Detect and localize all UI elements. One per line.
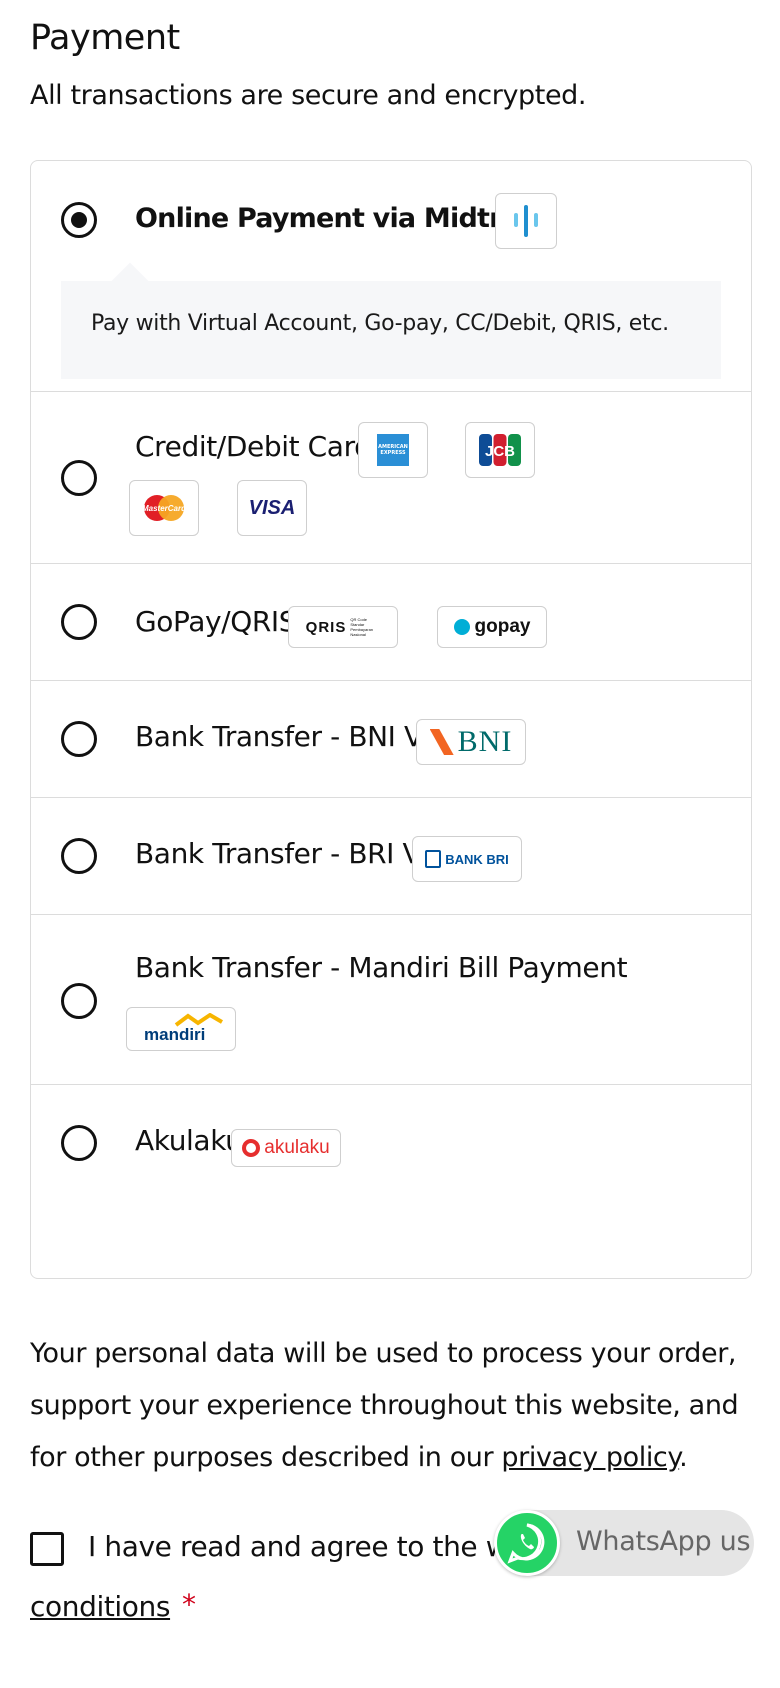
- visa-logo: VISA: [237, 480, 307, 536]
- bni-logo: BNI: [416, 719, 526, 765]
- method-description: Pay with Virtual Account, Go-pay, CC/Deb…: [91, 311, 669, 336]
- payment-method-bni[interactable]: Bank Transfer - BNI VA BNI: [31, 680, 751, 797]
- bri-logo: BANK BRI: [412, 836, 522, 882]
- qris-icon: QRIS: [305, 618, 347, 636]
- bri-wordmark: BANK BRI: [445, 851, 509, 867]
- whatsapp-icon: [494, 1510, 560, 1576]
- method-label: Bank Transfer - Mandiri Bill Payment: [135, 951, 628, 984]
- visa-icon: VISA: [248, 496, 296, 519]
- bni-icon: [429, 729, 454, 755]
- whatsapp-button[interactable]: WhatsApp us: [494, 1510, 754, 1576]
- payment-method-card[interactable]: Credit/Debit Card AMERICAN EXPRESS JCB M…: [31, 391, 751, 563]
- midtrans-icon: [514, 205, 538, 237]
- method-label: Bank Transfer - BNI VA: [135, 720, 440, 753]
- svg-text:JCB: JCB: [485, 443, 515, 460]
- qris-subtext: QR Code Standar Pembayaran Nasional: [350, 617, 374, 637]
- required-mark: *: [182, 1588, 196, 1621]
- gopay-icon: [453, 619, 470, 635]
- jcb-logo: JCB: [465, 422, 535, 478]
- page-subtitle: All transactions are secure and encrypte…: [30, 80, 587, 111]
- page-title: Payment: [30, 18, 180, 58]
- mastercard-icon: MasterCard: [142, 495, 187, 521]
- radio-mandiri[interactable]: [61, 983, 97, 1019]
- radio-gopay-qris[interactable]: [61, 604, 97, 640]
- bri-icon: [425, 850, 442, 868]
- mandiri-icon: mandiri: [136, 1013, 226, 1045]
- payment-method-midtrans[interactable]: Online Payment via Midtrans Pay with Vir…: [31, 161, 751, 391]
- akulaku-wordmark: akulaku: [264, 1137, 330, 1158]
- midtrans-logo: [495, 193, 557, 249]
- svg-text:MasterCard: MasterCard: [142, 504, 187, 513]
- radio-midtrans[interactable]: [61, 202, 97, 238]
- amex-icon: AMERICAN EXPRESS: [377, 434, 409, 466]
- privacy-notice: Your personal data will be used to proce…: [30, 1328, 750, 1484]
- terms-checkbox[interactable]: [30, 1532, 64, 1566]
- whatsapp-label: WhatsApp us: [576, 1526, 751, 1557]
- method-description-box: Pay with Virtual Account, Go-pay, CC/Deb…: [61, 281, 721, 379]
- method-label: Bank Transfer - BRI VA: [135, 837, 439, 870]
- method-label: Akulaku: [135, 1124, 243, 1157]
- payment-method-akulaku[interactable]: Akulaku akulaku: [31, 1084, 751, 1201]
- privacy-notice-end: .: [679, 1442, 688, 1473]
- amex-logo: AMERICAN EXPRESS: [358, 422, 428, 478]
- bni-wordmark: BNI: [457, 725, 513, 758]
- method-label: GoPay/QRIS: [135, 605, 297, 638]
- radio-bri[interactable]: [61, 838, 97, 874]
- radio-akulaku[interactable]: [61, 1125, 97, 1161]
- akulaku-logo: akulaku: [231, 1129, 341, 1167]
- method-label: Online Payment via Midtrans: [135, 203, 554, 234]
- terms-link[interactable]: conditions: [30, 1590, 170, 1623]
- gopay-logo: gopay: [437, 606, 547, 648]
- method-label: Credit/Debit Card: [135, 430, 372, 463]
- radio-card[interactable]: [61, 460, 97, 496]
- payment-method-mandiri[interactable]: Bank Transfer - Mandiri Bill Payment man…: [31, 914, 751, 1084]
- mastercard-logo: MasterCard: [129, 480, 199, 536]
- akulaku-icon: [242, 1139, 261, 1157]
- payment-methods-list: Online Payment via Midtrans Pay with Vir…: [30, 160, 752, 1279]
- jcb-icon: JCB: [479, 434, 521, 466]
- radio-bni[interactable]: [61, 721, 97, 757]
- payment-method-gopay-qris[interactable]: GoPay/QRIS QRIS QR Code Standar Pembayar…: [31, 563, 751, 680]
- payment-method-bri[interactable]: Bank Transfer - BRI VA BANK BRI: [31, 797, 751, 914]
- terms-label: I have read and agree to the we: [88, 1530, 526, 1563]
- privacy-policy-link[interactable]: privacy policy: [501, 1442, 679, 1473]
- mandiri-logo: mandiri: [126, 1007, 236, 1051]
- qris-logo: QRIS QR Code Standar Pembayaran Nasional: [288, 606, 398, 648]
- gopay-wordmark: gopay: [474, 616, 531, 637]
